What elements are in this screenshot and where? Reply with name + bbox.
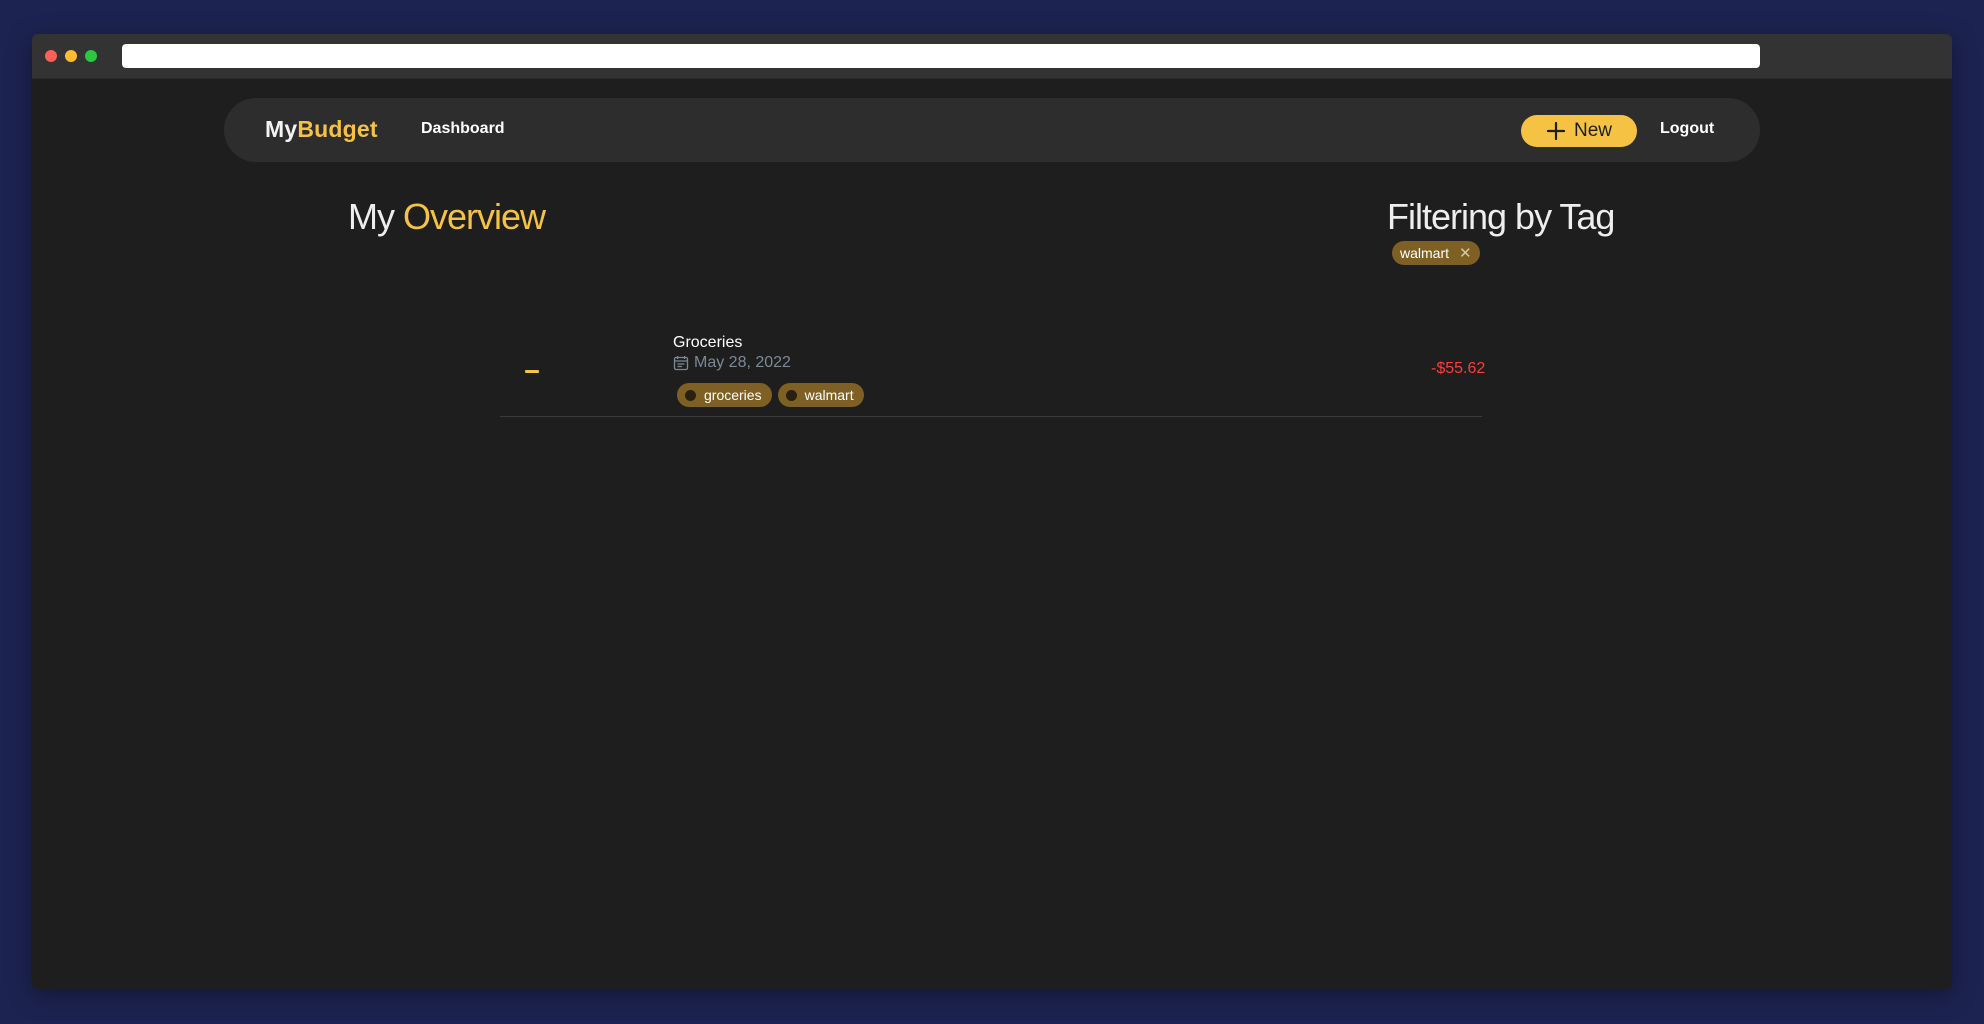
page-title: My Overview (348, 196, 546, 238)
brand-logo[interactable]: MyBudget (265, 116, 378, 143)
logout-link[interactable]: Logout (1660, 120, 1714, 138)
address-bar[interactable] (122, 44, 1760, 68)
close-window-button[interactable] (45, 50, 57, 62)
transaction-date: May 28, 2022 (673, 354, 791, 372)
active-filter-label: walmart (1400, 245, 1450, 261)
page-title-prefix: My (348, 196, 395, 237)
new-button-label: New (1573, 120, 1612, 141)
minus-icon (525, 370, 539, 373)
new-transaction-button[interactable]: New (1521, 115, 1637, 147)
tag-label: groceries (704, 387, 762, 403)
browser-window: MyBudget Dashboard New Logout My Overvie… (32, 34, 1952, 989)
browser-chrome (32, 34, 1952, 79)
tag-pill[interactable]: walmart (777, 383, 864, 407)
page-title-accent: Overview (403, 196, 546, 237)
minimize-window-button[interactable] (65, 50, 77, 62)
tag-dot-icon (685, 389, 696, 401)
close-icon[interactable]: ✕ (1459, 246, 1472, 261)
plus-icon (1546, 121, 1566, 141)
top-navbar: MyBudget Dashboard New Logout (224, 98, 1760, 162)
active-filter-tag: walmart ✕ (1392, 241, 1480, 265)
tag-pill[interactable]: groceries (677, 383, 772, 407)
transaction-row[interactable]: Groceries May 28, 2022 groceries walmart… (500, 326, 1486, 417)
tag-dot-icon (785, 389, 797, 401)
filter-title: Filtering by Tag (1387, 196, 1615, 237)
transaction-date-text: May 28, 2022 (694, 354, 791, 371)
calendar-icon (673, 356, 689, 371)
brand-prefix: My (265, 116, 298, 142)
brand-accent: Budget (297, 116, 378, 142)
transaction-tags: groceries walmart (677, 383, 864, 407)
transaction-name: Groceries (673, 334, 743, 351)
transaction-amount: -$55.62 (1431, 360, 1486, 377)
maximize-window-button[interactable] (85, 50, 97, 62)
nav-dashboard-link[interactable]: Dashboard (421, 120, 505, 138)
tag-label: walmart (804, 387, 854, 403)
